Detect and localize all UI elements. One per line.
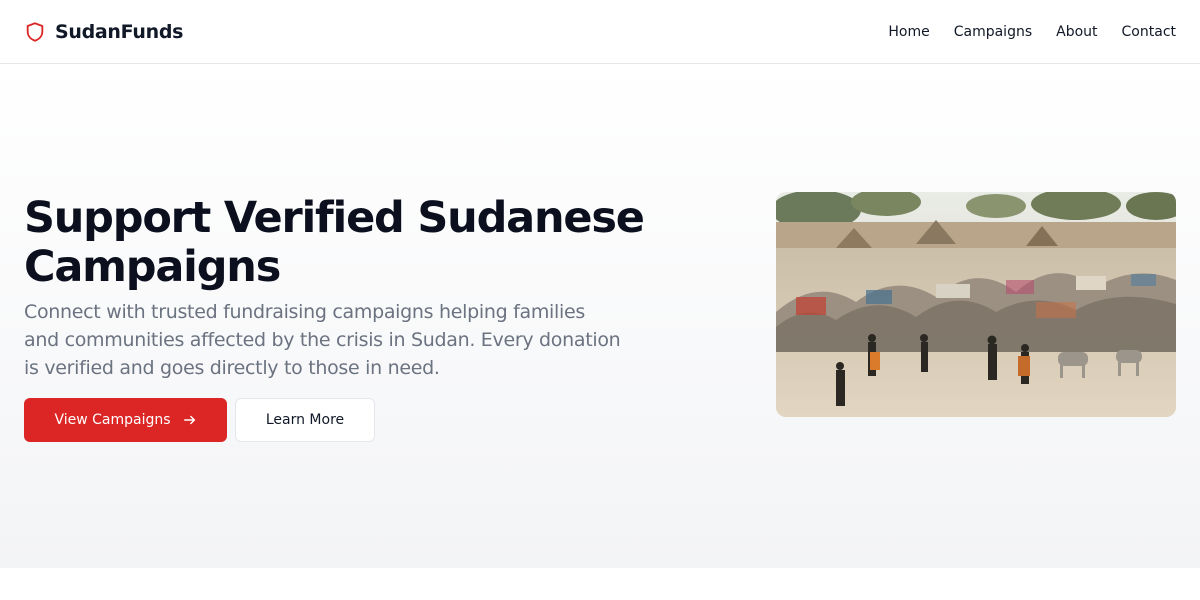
hero-title: Support Verified Sudanese Campaigns — [24, 194, 664, 292]
main-nav: Home Campaigns About Contact — [888, 24, 1176, 40]
learn-more-button[interactable]: Learn More — [235, 398, 375, 442]
nav-about[interactable]: About — [1056, 24, 1097, 40]
brand-name: SudanFunds — [55, 20, 184, 43]
shield-icon — [26, 21, 44, 42]
camp-photo — [776, 192, 1176, 417]
hero-content: Support Verified Sudanese Campaigns Conn… — [24, 194, 664, 442]
hero-section: Support Verified Sudanese Campaigns Conn… — [0, 64, 1200, 568]
hero-subtitle: Connect with trusted fundraising campaig… — [24, 301, 621, 379]
learn-more-label: Learn More — [265, 412, 345, 428]
brand-link[interactable]: SudanFunds — [24, 20, 183, 44]
next-section — [0, 568, 1200, 600]
nav-campaigns[interactable]: Campaigns — [954, 24, 1032, 40]
nav-home[interactable]: Home — [888, 24, 929, 40]
view-campaigns-button[interactable]: View Campaigns — [24, 398, 227, 442]
hero-actions: View Campaigns Learn More — [24, 398, 664, 442]
hero-title-line-1: Support Verified Sudanese — [24, 193, 645, 243]
hero-title-line-2: Campaigns — [24, 242, 281, 292]
view-campaigns-label: View Campaigns — [54, 412, 171, 428]
nav-contact[interactable]: Contact — [1122, 24, 1176, 40]
camp-photo-illustration — [776, 192, 1176, 417]
site-header: SudanFunds Home Campaigns About Contact — [0, 0, 1200, 64]
arrow-right-icon — [183, 415, 195, 425]
